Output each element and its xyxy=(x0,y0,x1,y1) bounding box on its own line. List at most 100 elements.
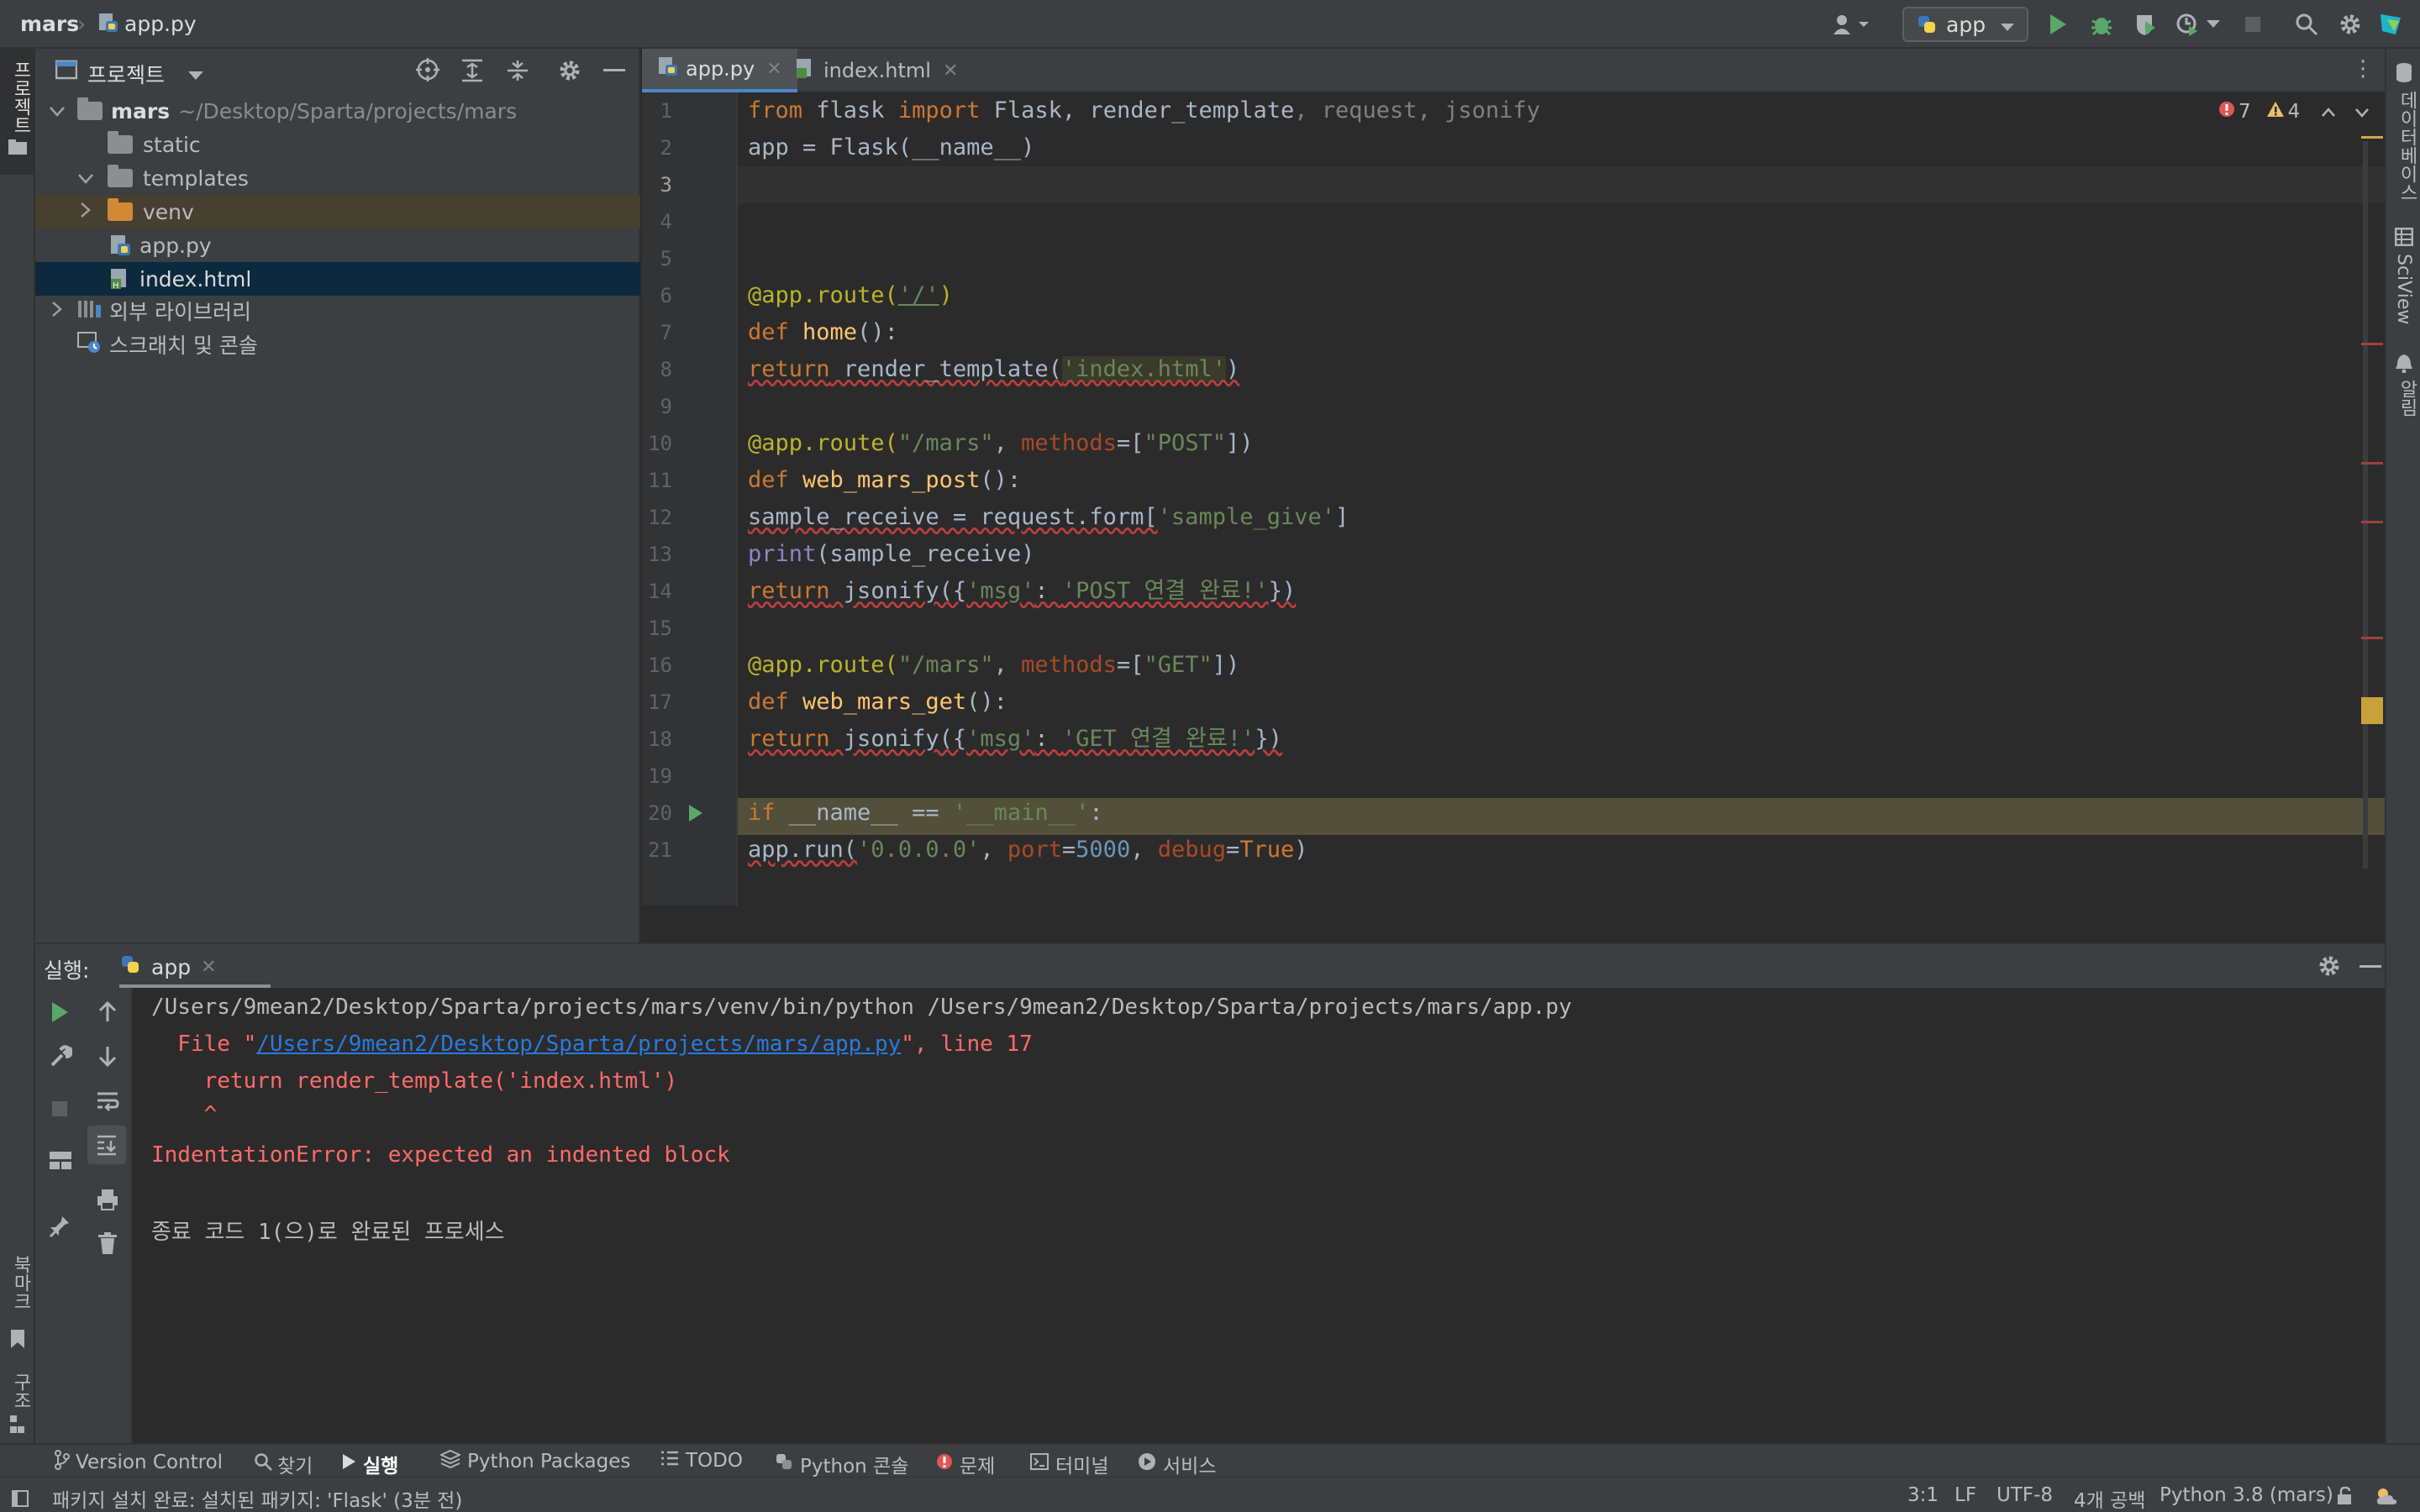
line-number: 8 xyxy=(660,358,672,381)
coverage-icon[interactable] xyxy=(2131,10,2160,39)
tool-terminal[interactable]: 터미널 xyxy=(1030,1450,1108,1478)
code-editor[interactable]: 7 4 from flask import Flask, render_temp… xyxy=(738,92,2385,906)
wrench-icon[interactable] xyxy=(49,1045,73,1074)
chevron-up-icon[interactable] xyxy=(2322,101,2336,123)
close-tab-icon[interactable]: ✕ xyxy=(943,60,958,81)
database-icon xyxy=(2395,62,2413,87)
error-marker[interactable] xyxy=(2361,462,2383,465)
chevron-right-icon[interactable] xyxy=(47,301,67,321)
tree-item-scratches[interactable]: 스크래치 및 콘솔 xyxy=(35,328,640,361)
tool-problems[interactable]: 문제 xyxy=(936,1450,995,1478)
layout-icon[interactable] xyxy=(49,1151,72,1176)
hide-run-panel-icon[interactable] xyxy=(2360,965,2381,968)
expand-all-icon[interactable] xyxy=(460,59,484,87)
breadcrumb-project[interactable]: mars xyxy=(20,12,79,36)
locate-file-icon[interactable] xyxy=(415,57,440,87)
tool-services[interactable]: 서비스 xyxy=(1138,1450,1216,1478)
settings-gear-icon[interactable] xyxy=(2336,10,2365,39)
chevron-down-icon[interactable] xyxy=(2355,101,2370,123)
run-config-select[interactable]: app xyxy=(1902,7,2028,42)
error-marker[interactable] xyxy=(2361,343,2383,345)
lock-icon[interactable] xyxy=(2336,1486,2354,1511)
soft-wrap-icon[interactable] xyxy=(96,1090,119,1117)
tree-item-mars[interactable]: mars ~/Desktop/Sparta/projects/mars xyxy=(35,94,640,128)
warning-marker[interactable] xyxy=(2361,136,2383,139)
search-icon[interactable] xyxy=(2292,10,2321,39)
trash-icon[interactable] xyxy=(97,1231,118,1260)
debug-icon[interactable] xyxy=(2087,10,2116,39)
line-separator[interactable]: LF xyxy=(1954,1484,1976,1506)
tree-item-templates[interactable]: templates xyxy=(35,161,640,195)
chevron-right-icon[interactable] xyxy=(76,202,96,222)
tab-app-py[interactable]: app.py ✕ xyxy=(642,49,797,92)
tool-python-packages[interactable]: Python Packages xyxy=(439,1449,630,1473)
arrow-down-icon[interactable] xyxy=(97,1045,118,1072)
account-icon[interactable] xyxy=(1828,10,1876,39)
status-message[interactable]: 패키지 설치 완료: 설치된 패키지: 'Flask' (3분 전) xyxy=(52,1484,462,1512)
collapse-all-icon[interactable] xyxy=(506,59,529,87)
error-marker[interactable] xyxy=(2361,521,2383,523)
warning-count: 4 xyxy=(2287,101,2301,123)
breadcrumb-file[interactable]: app.py xyxy=(124,12,197,36)
python-interpreter[interactable]: Python 3.8 (mars) xyxy=(2160,1484,2333,1506)
structure-icon xyxy=(9,1415,26,1440)
pin-icon[interactable] xyxy=(49,1215,71,1243)
indent-setting[interactable]: 4개 공백 xyxy=(2074,1484,2145,1512)
tree-item-venv[interactable]: venv xyxy=(35,195,640,228)
status-bar-toggle-icon[interactable] xyxy=(12,1488,29,1512)
print-icon[interactable] xyxy=(96,1188,119,1216)
more-run-chevron-icon[interactable] xyxy=(2205,10,2222,39)
jetbrains-logo-icon[interactable] xyxy=(2376,10,2405,39)
hide-panel-icon[interactable] xyxy=(603,69,625,71)
chevron-down-icon[interactable] xyxy=(47,101,67,121)
profile-icon[interactable] xyxy=(2173,10,2202,39)
tree-item-external-libraries[interactable]: 외부 라이브러리 xyxy=(35,294,640,328)
current-line-highlight xyxy=(738,166,2385,203)
line-number: 13 xyxy=(648,543,672,566)
tool-python-console[interactable]: Python 콘솔 xyxy=(775,1450,908,1478)
error-marker[interactable] xyxy=(2361,637,2383,639)
line-number: 19 xyxy=(648,764,672,788)
run-gutter-icon[interactable] xyxy=(687,803,704,827)
code-line-8: return render_template('index.html') xyxy=(748,356,1240,382)
database-tool-button[interactable]: 데이터베이스 xyxy=(2386,62,2420,230)
close-tab-icon[interactable]: ✕ xyxy=(201,957,216,978)
tab-index-html[interactable]: index.html ✕ xyxy=(780,49,973,92)
scroll-to-end-button[interactable] xyxy=(87,1126,126,1164)
run-icon[interactable] xyxy=(2044,10,2072,39)
project-panel-title[interactable]: 프로젝트 xyxy=(87,59,165,89)
weather-update-icon[interactable] xyxy=(2375,1486,2398,1511)
stop-icon[interactable] xyxy=(50,1099,69,1123)
run-settings-gear-icon[interactable] xyxy=(2317,954,2341,983)
notifications-tool-button[interactable]: 알림 xyxy=(2386,353,2420,470)
file-encoding[interactable]: UTF-8 xyxy=(1996,1484,2053,1506)
more-tabs-icon[interactable]: · · · xyxy=(2360,51,2366,88)
tree-item-static[interactable]: static xyxy=(35,128,640,161)
editor-scrollbar[interactable] xyxy=(2363,141,2368,869)
tree-item-app-py[interactable]: app.py xyxy=(35,228,640,262)
code-line-11: def web_mars_post(): xyxy=(748,467,1022,493)
arrow-up-icon[interactable] xyxy=(97,1000,118,1028)
caret-position[interactable]: 3:1 xyxy=(1907,1484,1939,1506)
scratches-icon xyxy=(77,330,103,359)
project-tool-button[interactable]: 프로젝트 xyxy=(0,49,35,175)
project-settings-gear-icon[interactable] xyxy=(558,59,581,87)
tool-find[interactable]: 찾기 xyxy=(254,1450,313,1478)
chevron-down-icon[interactable] xyxy=(76,168,96,188)
tool-todo[interactable]: TODO xyxy=(660,1450,743,1472)
project-view-chevron-icon[interactable] xyxy=(188,62,203,87)
tool-run[interactable]: 실행 xyxy=(341,1450,398,1478)
tree-item-index-html[interactable]: H index.html xyxy=(35,262,640,296)
console-file-link[interactable]: /Users/9mean2/Desktop/Sparta/projects/ma… xyxy=(256,1032,901,1057)
status-bar: 패키지 설치 완료: 설치된 패키지: 'Flask' (3분 전) 3:1 L… xyxy=(0,1477,2420,1512)
inspection-widget[interactable]: 7 4 xyxy=(2218,101,2370,123)
bookmarks-tool-button[interactable]: 북마크 xyxy=(0,1250,35,1359)
highlight-marker[interactable] xyxy=(2361,697,2383,724)
rerun-icon[interactable] xyxy=(50,1001,69,1028)
stop-icon[interactable] xyxy=(2238,10,2267,39)
tool-version-control[interactable]: Version Control xyxy=(54,1450,223,1475)
run-tab-app[interactable]: app ✕ xyxy=(119,944,271,990)
code-line-21: app.run('0.0.0.0', port=5000, debug=True… xyxy=(748,837,1308,863)
structure-tool-button[interactable]: 구조 xyxy=(0,1368,35,1443)
run-console-output[interactable]: /Users/9mean2/Desktop/Sparta/projects/ma… xyxy=(133,988,2385,1443)
